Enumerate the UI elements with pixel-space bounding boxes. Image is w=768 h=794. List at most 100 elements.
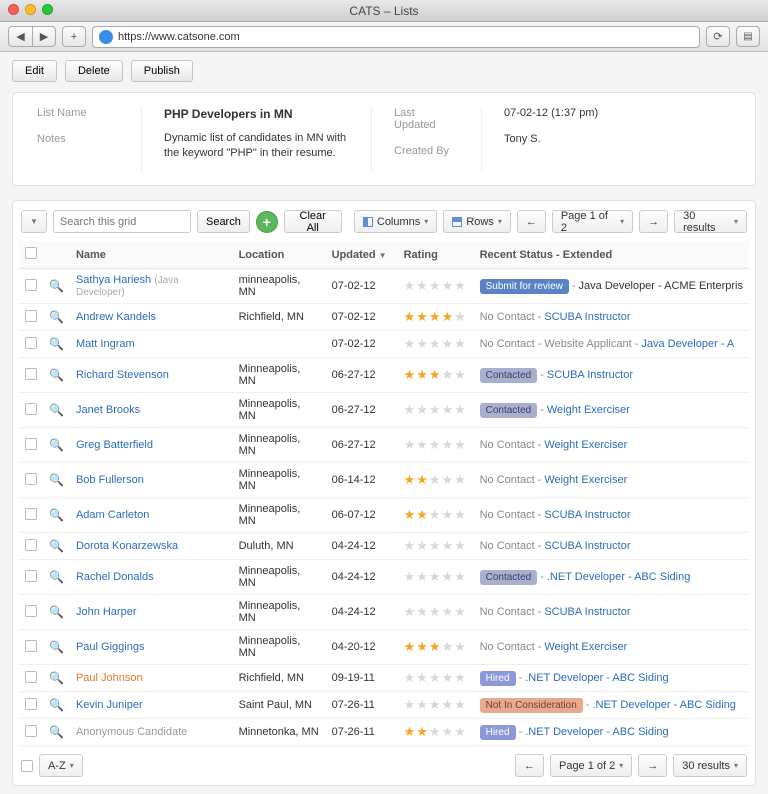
star-icon[interactable]: ★ (404, 367, 416, 383)
star-icon[interactable]: ★ (454, 569, 466, 585)
status-extra-link[interactable]: Weight Exerciser (544, 641, 627, 653)
star-icon[interactable]: ★ (442, 604, 454, 620)
star-icon[interactable]: ★ (442, 538, 454, 554)
candidate-name-link[interactable]: Rachel Donalds (76, 571, 154, 583)
row-checkbox[interactable] (25, 310, 37, 322)
star-icon[interactable]: ★ (429, 538, 441, 554)
status-extra-link[interactable]: SCUBA Instructor (547, 369, 633, 381)
candidate-name-link[interactable]: Bob Fullerson (76, 474, 144, 486)
star-icon[interactable]: ★ (442, 569, 454, 585)
grid-menu-dropdown[interactable]: ▼ (21, 210, 47, 233)
star-icon[interactable]: ★ (416, 472, 428, 488)
rating-stars[interactable]: ★★★★★ (404, 569, 468, 585)
star-icon[interactable]: ★ (404, 437, 416, 453)
page-prev-button[interactable]: ← (517, 210, 546, 233)
rating-stars[interactable]: ★★★★★ (404, 472, 468, 488)
star-icon[interactable]: ★ (416, 639, 428, 655)
col-rating[interactable]: Rating (398, 241, 474, 269)
status-extra-link[interactable]: SCUBA Instructor (544, 509, 630, 521)
star-icon[interactable]: ★ (404, 724, 416, 740)
star-icon[interactable]: ★ (429, 670, 441, 686)
star-icon[interactable]: ★ (404, 639, 416, 655)
star-icon[interactable]: ★ (454, 278, 466, 294)
magnify-icon[interactable]: 🔍 (49, 337, 64, 351)
candidate-name-link[interactable]: Paul Giggings (76, 641, 145, 653)
add-button[interactable]: + (256, 211, 278, 233)
reload-button[interactable]: ⟳ (706, 26, 730, 47)
magnify-icon[interactable]: 🔍 (49, 698, 64, 712)
magnify-icon[interactable]: 🔍 (49, 368, 64, 382)
magnify-icon[interactable]: 🔍 (49, 508, 64, 522)
star-icon[interactable]: ★ (429, 697, 441, 713)
magnify-icon[interactable]: 🔍 (49, 403, 64, 417)
status-extra-link[interactable]: Weight Exerciser (544, 439, 627, 451)
select-all-checkbox[interactable] (25, 247, 37, 259)
star-icon[interactable]: ★ (416, 724, 428, 740)
star-icon[interactable]: ★ (454, 697, 466, 713)
star-icon[interactable]: ★ (429, 437, 441, 453)
magnify-icon[interactable]: 🔍 (49, 279, 64, 293)
row-checkbox[interactable] (25, 605, 37, 617)
star-icon[interactable]: ★ (442, 472, 454, 488)
status-extra-link[interactable]: .NET Developer - ABC Siding (525, 672, 668, 684)
candidate-name-link[interactable]: Matt Ingram (76, 338, 135, 350)
candidate-name-link[interactable]: Paul Johnson (76, 672, 143, 684)
star-icon[interactable]: ★ (404, 670, 416, 686)
star-icon[interactable]: ★ (404, 309, 416, 325)
columns-dropdown[interactable]: Columns▾ (354, 210, 437, 233)
star-icon[interactable]: ★ (416, 437, 428, 453)
rating-stars[interactable]: ★★★★★ (404, 724, 468, 740)
az-sort-dropdown[interactable]: A-Z▾ (39, 754, 83, 777)
zoom-window-icon[interactable] (42, 4, 53, 15)
status-extra-link[interactable]: .NET Developer - ABC Siding (547, 571, 690, 583)
row-checkbox[interactable] (25, 698, 37, 710)
forward-button[interactable]: ▶ (32, 26, 56, 47)
star-icon[interactable]: ★ (442, 278, 454, 294)
star-icon[interactable]: ★ (416, 278, 428, 294)
star-icon[interactable]: ★ (416, 309, 428, 325)
status-extra-link[interactable]: SCUBA Instructor (544, 540, 630, 552)
star-icon[interactable]: ★ (454, 309, 466, 325)
page-next-button-footer[interactable]: → (638, 754, 667, 777)
star-icon[interactable]: ★ (442, 336, 454, 352)
col-location[interactable]: Location (233, 241, 326, 269)
star-icon[interactable]: ★ (429, 278, 441, 294)
page-prev-button-footer[interactable]: ← (515, 754, 544, 777)
star-icon[interactable]: ★ (442, 402, 454, 418)
rating-stars[interactable]: ★★★★★ (404, 336, 468, 352)
rating-stars[interactable]: ★★★★★ (404, 402, 468, 418)
star-icon[interactable]: ★ (442, 670, 454, 686)
star-icon[interactable]: ★ (416, 604, 428, 620)
star-icon[interactable]: ★ (429, 604, 441, 620)
col-name[interactable]: Name (70, 241, 233, 269)
status-extra-link[interactable]: .NET Developer - ABC Siding (525, 726, 668, 738)
star-icon[interactable]: ★ (454, 639, 466, 655)
candidate-name-link[interactable]: Adam Carleton (76, 509, 149, 521)
row-checkbox[interactable] (25, 337, 37, 349)
star-icon[interactable]: ★ (442, 639, 454, 655)
star-icon[interactable]: ★ (404, 569, 416, 585)
star-icon[interactable]: ★ (404, 278, 416, 294)
star-icon[interactable]: ★ (454, 604, 466, 620)
rating-stars[interactable]: ★★★★★ (404, 367, 468, 383)
star-icon[interactable]: ★ (429, 724, 441, 740)
candidate-name-link[interactable]: John Harper (76, 606, 137, 618)
star-icon[interactable]: ★ (442, 697, 454, 713)
status-extra-link[interactable]: Weight Exerciser (544, 474, 627, 486)
star-icon[interactable]: ★ (442, 507, 454, 523)
pager-dropdown-footer[interactable]: Page 1 of 2▾ (550, 754, 632, 777)
rating-stars[interactable]: ★★★★★ (404, 278, 468, 294)
star-icon[interactable]: ★ (429, 507, 441, 523)
star-icon[interactable]: ★ (454, 336, 466, 352)
candidate-name-link[interactable]: Janet Brooks (76, 404, 140, 416)
edit-button[interactable]: Edit (12, 60, 57, 82)
star-icon[interactable]: ★ (454, 538, 466, 554)
star-icon[interactable]: ★ (416, 569, 428, 585)
star-icon[interactable]: ★ (429, 402, 441, 418)
star-icon[interactable]: ★ (454, 367, 466, 383)
search-button[interactable]: Search (197, 210, 250, 233)
address-bar[interactable]: https://www.catsone.com (92, 26, 700, 48)
row-checkbox[interactable] (25, 279, 37, 291)
col-updated[interactable]: Updated (332, 249, 376, 261)
row-checkbox[interactable] (25, 640, 37, 652)
